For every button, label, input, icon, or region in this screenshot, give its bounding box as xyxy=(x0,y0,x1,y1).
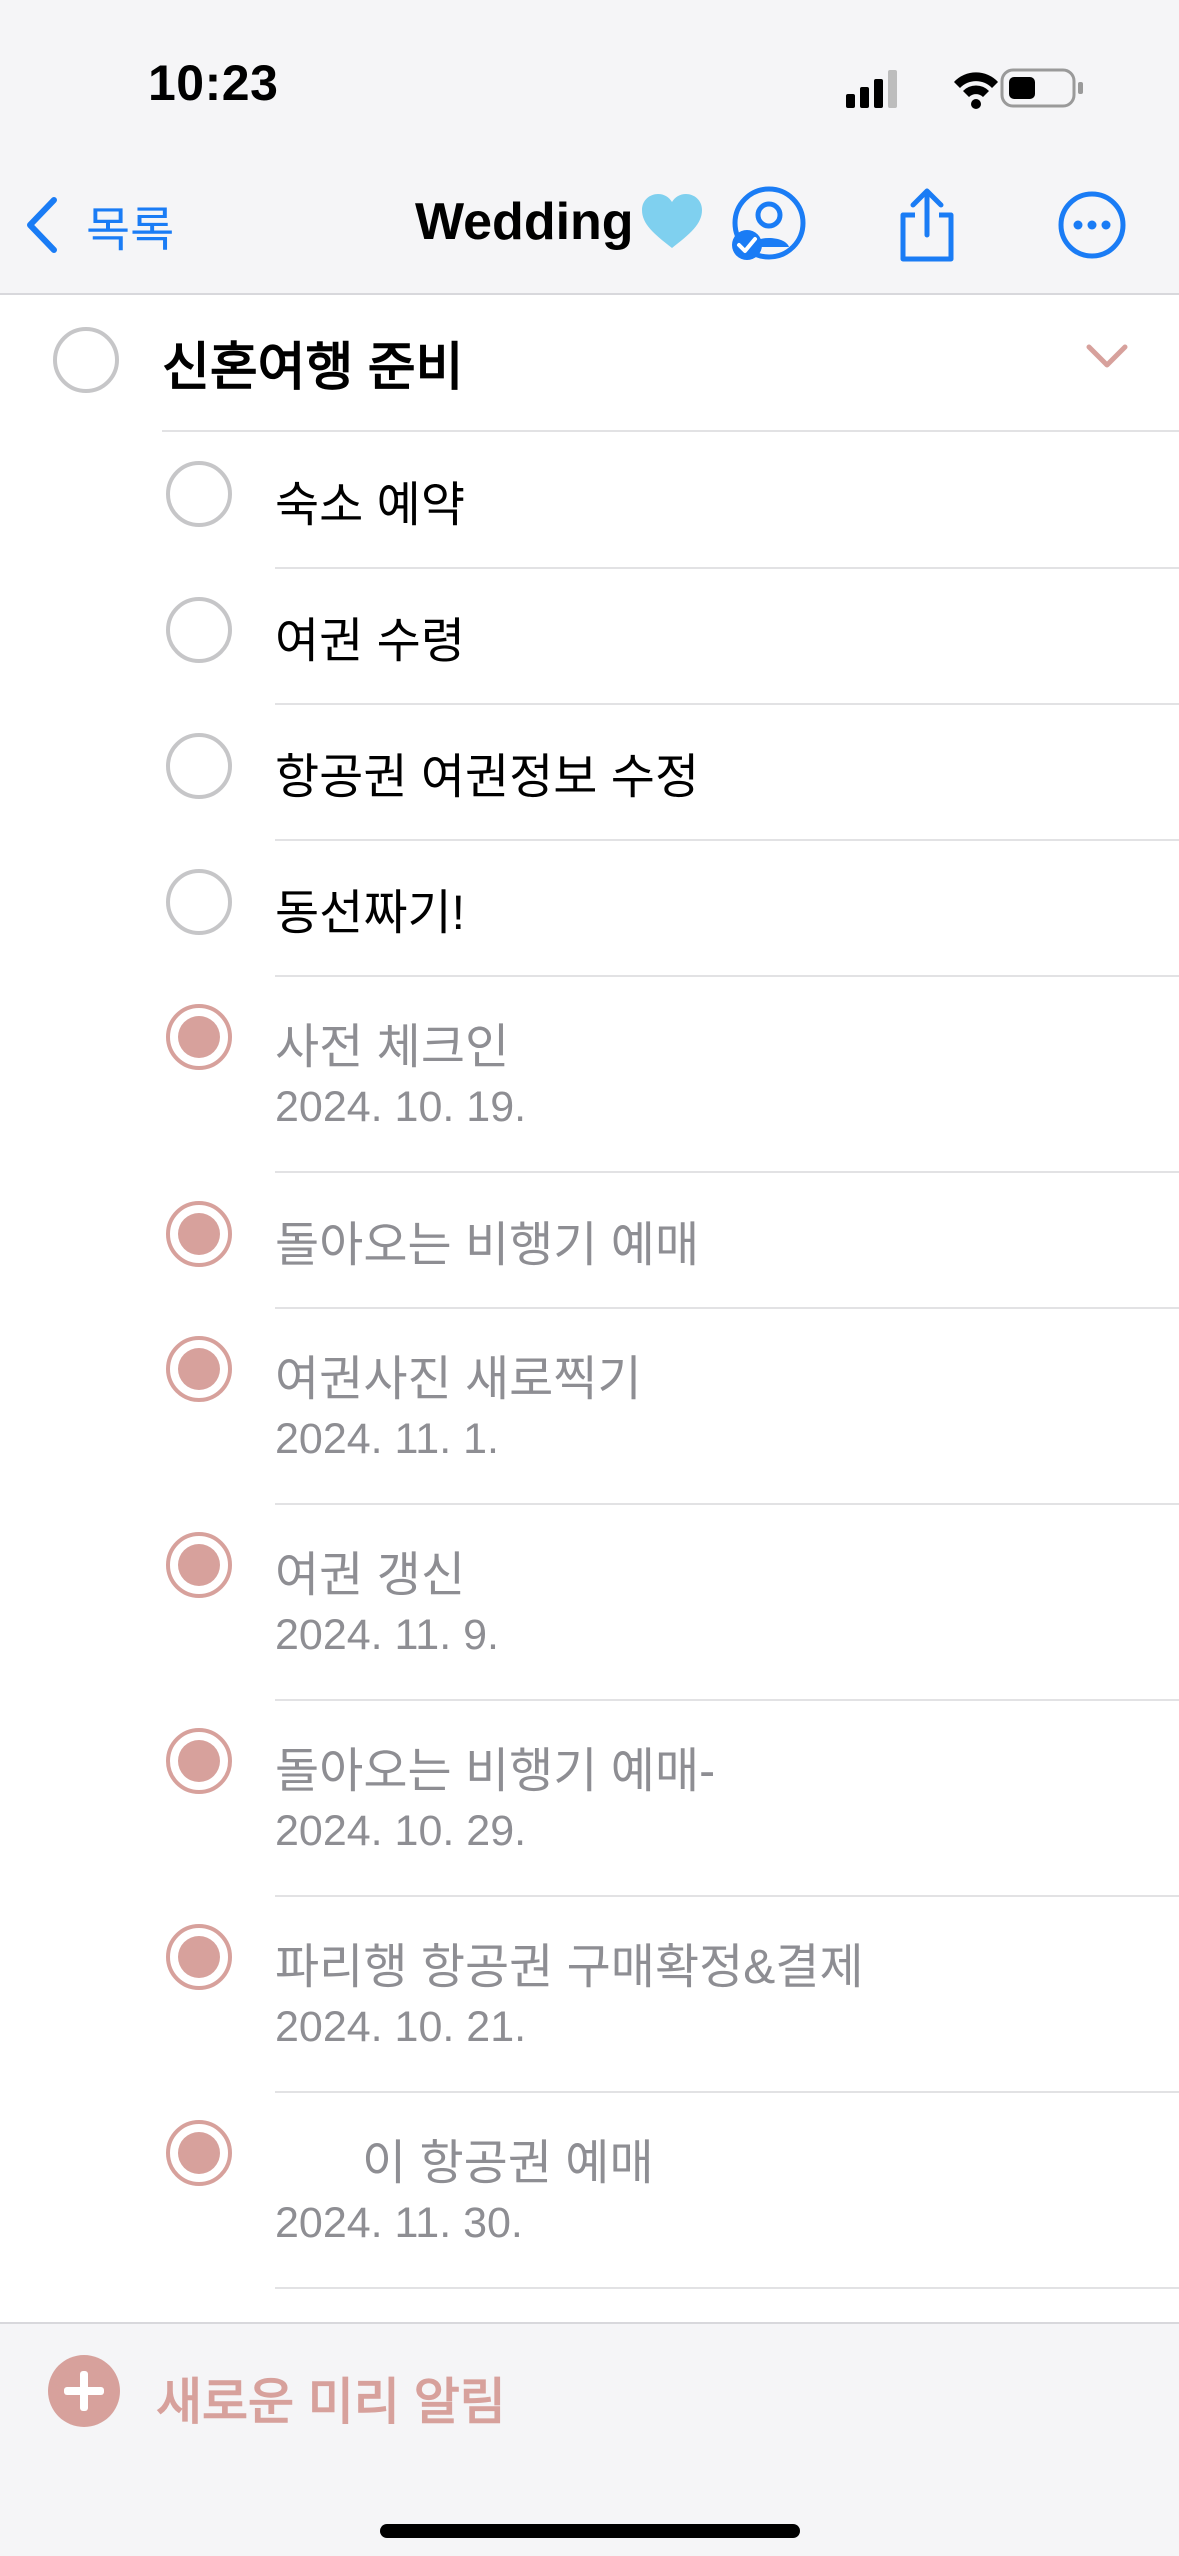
light-blue-heart-icon xyxy=(641,194,702,248)
list-item[interactable]: 돌아오는 비행기 예매- 2024. 10. 29. xyxy=(0,1701,1179,1896)
separator xyxy=(275,2287,1179,2289)
group-checkbox[interactable] xyxy=(53,327,119,393)
item-checkbox-completed[interactable] xyxy=(166,1924,232,1990)
share-people-button[interactable] xyxy=(727,185,807,265)
signal-bar-3 xyxy=(874,79,883,108)
item-date: 2024. 11. 1. xyxy=(275,1415,499,1463)
item-title: 여권사진 새로찍기 xyxy=(275,1353,642,1406)
list-title: Wedding xyxy=(415,192,704,252)
list-item[interactable]: 여권 갱신 2024. 11. 9. xyxy=(0,1505,1179,1700)
item-title: 여권 갱신 xyxy=(275,1549,465,1602)
status-time: 10:23 xyxy=(148,55,279,111)
item-title: 이 항공권 예매 xyxy=(362,2137,654,2190)
wifi-icon xyxy=(954,72,998,109)
list-item[interactable]: 돌아오는 비행기 예매 xyxy=(0,1173,1179,1308)
item-title: 동선짜기! xyxy=(275,887,465,940)
list-title-text: Wedding xyxy=(415,193,634,251)
bottom-toolbar: 새로운 미리 알림 xyxy=(0,2322,1179,2556)
item-checkbox[interactable] xyxy=(166,733,232,799)
item-checkbox-completed[interactable] xyxy=(166,1532,232,1598)
list-item[interactable]: 숙소 예약 xyxy=(0,433,1179,568)
item-date: 2024. 10. 29. xyxy=(275,1807,527,1855)
item-checkbox[interactable] xyxy=(166,461,232,527)
item-title: 파리행 항공권 구매확정&결제 xyxy=(275,1941,864,1994)
battery-icon xyxy=(1000,68,1083,108)
group-title: 신혼여행 준비 xyxy=(162,339,464,397)
item-title: 여권 수령 xyxy=(275,615,465,668)
new-reminder-button[interactable]: 새로운 미리 알림 xyxy=(156,2362,506,2434)
signal-bar-2 xyxy=(860,87,869,108)
item-checkbox-completed[interactable] xyxy=(166,2120,232,2186)
item-checkbox-completed[interactable] xyxy=(166,1004,232,1070)
item-date: 2024. 10. 19. xyxy=(275,1083,527,1131)
list-item[interactable]: 사전 체크인 2024. 10. 19. xyxy=(0,977,1179,1172)
top-bar: 10:23 목록 Wedding xyxy=(0,0,1179,295)
item-title: 사전 체크인 xyxy=(275,1021,510,1074)
back-label: 목록 xyxy=(86,204,175,257)
item-checkbox[interactable] xyxy=(166,597,232,663)
signal-bar-4 xyxy=(888,70,897,108)
item-title: 숙소 예약 xyxy=(275,479,465,532)
item-date: 2024. 11. 9. xyxy=(275,1611,499,1659)
signal-bar-1 xyxy=(846,94,855,108)
separator xyxy=(162,430,1179,432)
item-date: 2024. 10. 21. xyxy=(275,2003,527,2051)
list-item[interactable]: 파리행 항공권 구매확정&결제 2024. 10. 21. xyxy=(0,1897,1179,2092)
item-date: 2024. 11. 30. xyxy=(275,2199,523,2247)
item-checkbox-completed[interactable] xyxy=(166,1336,232,1402)
chevron-left-icon xyxy=(27,197,57,253)
back-button[interactable]: 목록 xyxy=(24,190,174,260)
list-item[interactable]: 동선짜기! xyxy=(0,841,1179,976)
item-title: 돌아오는 비행기 예매 xyxy=(275,1219,700,1272)
share-icon[interactable] xyxy=(887,185,967,265)
group-row[interactable]: 신혼여행 준비 xyxy=(0,297,1179,432)
status-icons xyxy=(846,68,1083,109)
item-checkbox-completed[interactable] xyxy=(166,1201,232,1267)
item-checkbox-completed[interactable] xyxy=(166,1728,232,1794)
chevron-down-icon[interactable] xyxy=(1085,341,1129,371)
list-item[interactable]: 여권 수령 xyxy=(0,569,1179,704)
item-title: 돌아오는 비행기 예매- xyxy=(275,1745,716,1798)
list-item[interactable]: 이 항공권 예매 2024. 11. 30. xyxy=(0,2093,1179,2288)
more-options-icon[interactable] xyxy=(1052,185,1132,265)
list-item[interactable]: 항공권 여권정보 수정 xyxy=(0,705,1179,840)
item-title: 항공권 여권정보 수정 xyxy=(275,751,700,804)
home-indicator xyxy=(380,2524,800,2538)
list-item[interactable]: 여권사진 새로찍기 2024. 11. 1. xyxy=(0,1309,1179,1504)
item-checkbox[interactable] xyxy=(166,869,232,935)
add-reminder-icon[interactable] xyxy=(48,2355,120,2427)
